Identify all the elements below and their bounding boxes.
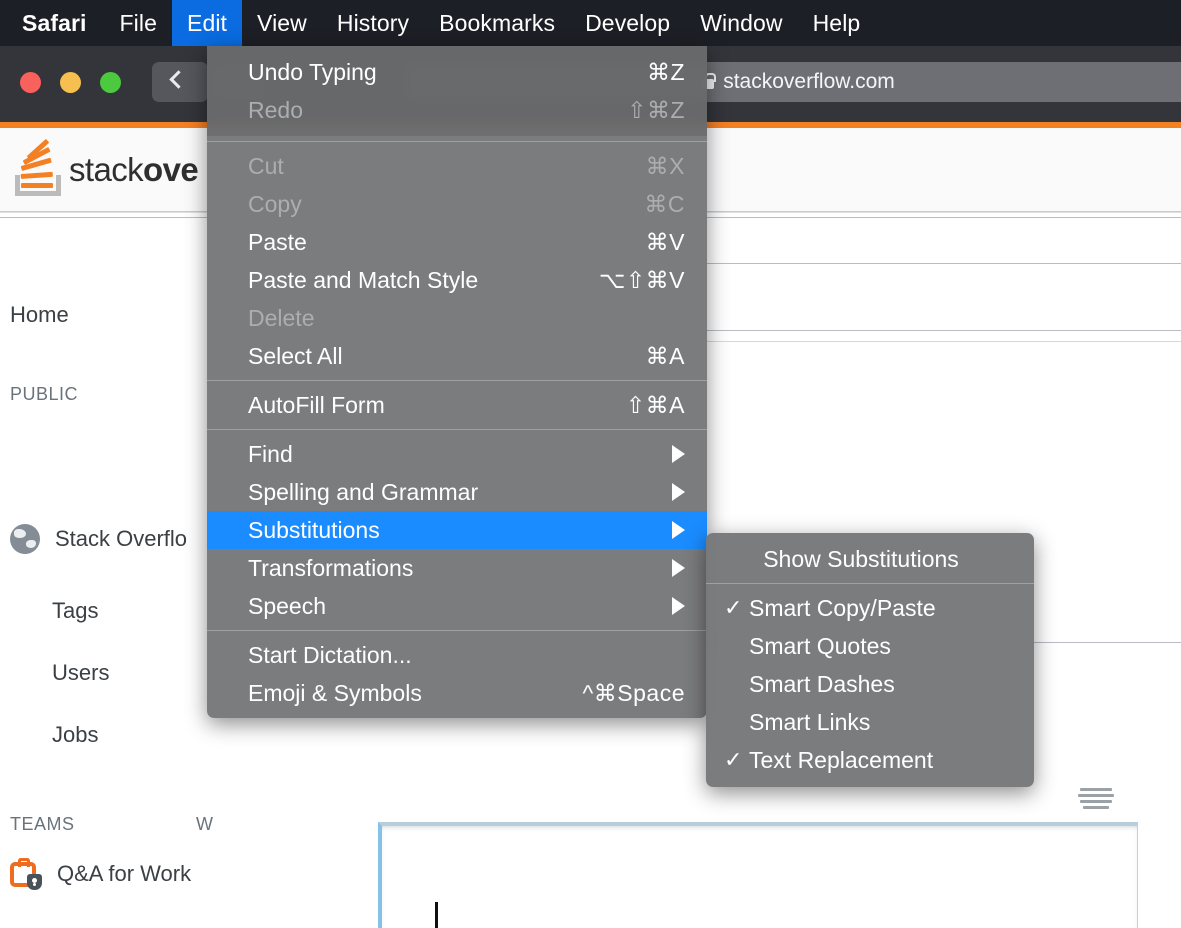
- submenu-arrow-icon: [672, 521, 685, 539]
- menu-separator: [207, 380, 707, 381]
- menu-item-spelling-and-grammar[interactable]: Spelling and Grammar: [207, 473, 707, 511]
- sidebar-item-users[interactable]: Users: [52, 660, 109, 686]
- menu-item-select-all[interactable]: Select All ⌘A: [207, 337, 707, 375]
- menu-bookmarks[interactable]: Bookmarks: [424, 0, 570, 46]
- sidebar-item-stack-overflow[interactable]: Stack Overflo: [10, 524, 187, 554]
- briefcase-icon: [10, 858, 42, 890]
- edit-menu-group-undo: Undo Typing ⌘Z Redo ⇧⌘Z: [207, 46, 707, 136]
- globe-icon: [10, 524, 40, 554]
- menu-separator: [207, 630, 707, 631]
- minimize-button[interactable]: [60, 72, 81, 93]
- sidebar-heading-public: PUBLIC: [10, 384, 79, 404]
- substitutions-submenu: Show Substitutions ✓ Smart Copy/Paste Sm…: [706, 533, 1034, 787]
- screen: Safari File Edit View History Bookmarks …: [0, 0, 1181, 928]
- submenu-arrow-icon: [672, 559, 685, 577]
- macos-menu-bar: Safari File Edit View History Bookmarks …: [0, 0, 1181, 46]
- menu-view[interactable]: View: [242, 0, 322, 46]
- menu-item-undo-typing[interactable]: Undo Typing ⌘Z: [207, 53, 707, 91]
- menu-edit[interactable]: Edit: [172, 0, 243, 46]
- menu-separator: [207, 141, 707, 142]
- menu-file[interactable]: File: [105, 0, 172, 46]
- menu-help[interactable]: Help: [798, 0, 876, 46]
- menu-develop[interactable]: Develop: [570, 0, 685, 46]
- menu-item-paste[interactable]: Paste ⌘V: [207, 223, 707, 261]
- submenu-arrow-icon: [672, 445, 685, 463]
- menu-item-speech[interactable]: Speech: [207, 587, 707, 625]
- sidebar-item-label: Q&A for Work: [57, 861, 192, 886]
- text-caret: [435, 902, 438, 928]
- window-traffic-lights: [20, 72, 121, 93]
- edit-menu-group-dictation: Start Dictation... Emoji & Symbols ^⌘Spa…: [207, 636, 707, 712]
- submenu-item-smart-copy-paste[interactable]: ✓ Smart Copy/Paste: [706, 589, 1034, 627]
- edit-menu-dropdown: Undo Typing ⌘Z Redo ⇧⌘Z Cut ⌘X Copy ⌘C P…: [207, 46, 707, 718]
- submenu-item-smart-dashes[interactable]: Smart Dashes: [706, 665, 1034, 703]
- edit-menu-group-autofill: AutoFill Form ⇧⌘A: [207, 386, 707, 424]
- close-button[interactable]: [20, 72, 41, 93]
- menu-item-start-dictation[interactable]: Start Dictation...: [207, 636, 707, 674]
- menu-history[interactable]: History: [322, 0, 424, 46]
- checkmark-icon: ✓: [724, 747, 743, 772]
- sidebar-item-qa-for-work[interactable]: Q&A for Work: [10, 858, 191, 890]
- sidebar-teams-extra: W: [196, 814, 213, 834]
- edit-menu-group-clipboard: Cut ⌘X Copy ⌘C Paste ⌘V Paste and Match …: [207, 147, 707, 375]
- menu-item-redo: Redo ⇧⌘Z: [248, 96, 685, 123]
- submenu-item-smart-links[interactable]: Smart Links: [706, 703, 1034, 741]
- menu-item-cut: Cut ⌘X: [248, 152, 685, 179]
- submenu-arrow-icon: [672, 483, 685, 501]
- menu-item-paste-and-match-style[interactable]: Paste and Match Style ⌥⇧⌘V: [207, 261, 707, 299]
- menu-item-substitutions[interactable]: Substitutions: [207, 511, 707, 549]
- address-bar-text: stackoverflow.com: [723, 70, 895, 93]
- stackoverflow-logo[interactable]: stackove: [12, 138, 199, 198]
- submenu-arrow-icon: [672, 597, 685, 615]
- menu-item-emoji-and-symbols[interactable]: Emoji & Symbols ^⌘Space: [207, 674, 707, 712]
- stackoverflow-logo-icon: [12, 138, 64, 198]
- menu-item-find[interactable]: Find: [207, 435, 707, 473]
- menu-item-transformations[interactable]: Transformations: [207, 549, 707, 587]
- menu-item-copy: Copy ⌘C: [248, 190, 685, 217]
- answer-editor: [350, 778, 1138, 928]
- keyboard-icon[interactable]: [1078, 786, 1114, 810]
- menu-separator: [706, 583, 1034, 584]
- submenu-item-smart-quotes[interactable]: Smart Quotes: [706, 627, 1034, 665]
- menu-window[interactable]: Window: [685, 0, 797, 46]
- submenu-item-text-replacement[interactable]: ✓ Text Replacement: [706, 741, 1034, 779]
- menu-item-delete: Delete: [248, 304, 315, 331]
- editor-textarea[interactable]: [378, 822, 1138, 928]
- lock-badge-icon: [27, 874, 42, 890]
- submenu-item-show-substitutions[interactable]: Show Substitutions: [706, 540, 1034, 578]
- sidebar-item-home[interactable]: Home: [10, 302, 69, 328]
- sidebar-item-tags[interactable]: Tags: [52, 598, 98, 624]
- sidebar-heading-teams: TEAMS: [10, 814, 75, 834]
- sidebar-item-jobs[interactable]: Jobs: [52, 722, 98, 748]
- sidebar-item-label: Stack Overflo: [55, 526, 188, 551]
- menu-item-autofill-form[interactable]: AutoFill Form ⇧⌘A: [207, 386, 707, 424]
- logo-wordmark: stackove: [69, 151, 199, 188]
- menu-separator: [207, 429, 707, 430]
- edit-menu-group-tools: Find Spelling and Grammar Substitutions …: [207, 435, 707, 625]
- menu-safari[interactable]: Safari: [0, 0, 105, 46]
- zoom-button[interactable]: [100, 72, 121, 93]
- chevron-left-icon: [169, 70, 188, 89]
- checkmark-icon: ✓: [724, 595, 743, 620]
- back-button[interactable]: [152, 62, 208, 102]
